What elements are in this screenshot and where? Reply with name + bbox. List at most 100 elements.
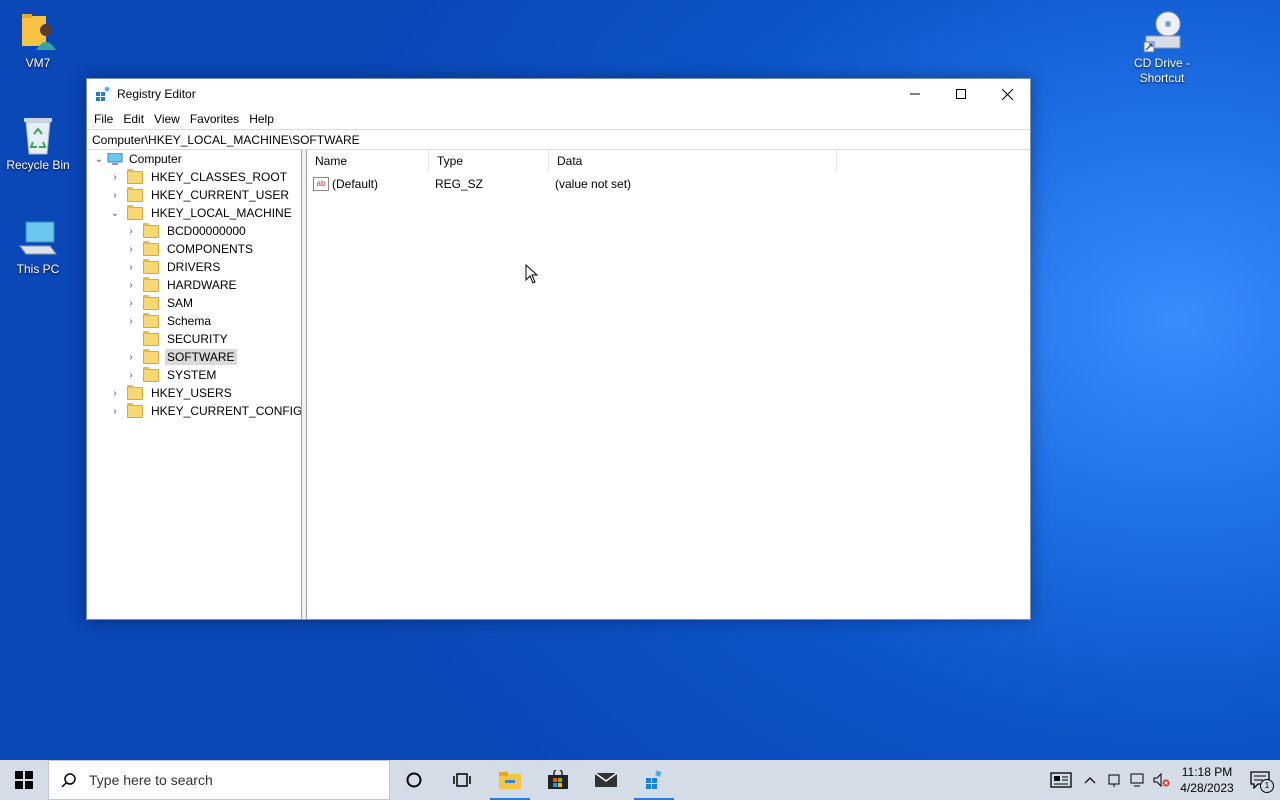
taskbar-search-box[interactable]: Type here to search [48, 760, 390, 800]
menu-edit[interactable]: Edit [118, 112, 149, 126]
menu-file[interactable]: File [89, 112, 118, 126]
tree-item-label: HARDWARE [167, 278, 237, 292]
search-icon [61, 773, 76, 788]
taskbar-registry-editor[interactable] [630, 760, 678, 800]
chevron-right-icon[interactable]: › [109, 405, 121, 417]
tree-item-label: SYSTEM [167, 368, 217, 382]
tree-item-label: HKEY_USERS [151, 386, 232, 400]
close-icon [1001, 88, 1013, 100]
tree-item-components[interactable]: › COMPONENTS [125, 240, 255, 258]
tree-item-label: SOFTWARE [165, 349, 237, 365]
folder-icon [143, 258, 159, 274]
key-tree[interactable]: ⌄ Computer › HKEY_CLASSES_ROOT › HKEY_CU… [87, 150, 302, 619]
tree-item-sam[interactable]: › SAM [125, 294, 195, 312]
desktop-icon-recycle-bin[interactable]: Recycle Bin [0, 112, 76, 173]
tree-item-drivers[interactable]: › DRIVERS [125, 258, 222, 276]
value-type: REG_SZ [435, 177, 484, 191]
tree-item-security[interactable]: SECURITY [125, 330, 230, 348]
cortana-button[interactable] [390, 760, 438, 800]
tray-device-button[interactable] [1102, 760, 1126, 800]
tree-item-label: DRIVERS [167, 260, 221, 274]
column-header-type[interactable]: Type [429, 150, 549, 172]
mouse-cursor-icon [525, 263, 539, 287]
task-view-button[interactable] [438, 760, 486, 800]
menu-help[interactable]: Help [244, 112, 279, 126]
minimize-button[interactable] [892, 79, 938, 109]
chevron-right-icon[interactable]: › [109, 189, 121, 201]
tree-item-hkcc[interactable]: › HKEY_CURRENT_CONFIG [109, 402, 302, 420]
desktop-icon-this-pc[interactable]: This PC [0, 216, 76, 277]
computer-icon [107, 152, 123, 165]
chevron-down-icon[interactable]: ⌄ [109, 207, 121, 219]
tree-item-label: HKEY_CLASSES_ROOT [151, 170, 288, 184]
user-folder-icon [16, 10, 60, 54]
news-widget-button[interactable] [1044, 760, 1078, 800]
tree-item-hkcu[interactable]: › HKEY_CURRENT_USER [109, 186, 291, 204]
chevron-right-icon[interactable]: › [125, 297, 137, 309]
desktop-icon-cd-drive[interactable]: CD Drive - Shortcut [1124, 10, 1200, 86]
tree-item-hklm[interactable]: ⌄ HKEY_LOCAL_MACHINE [109, 204, 294, 222]
column-header-data[interactable]: Data [549, 150, 837, 172]
mail-icon [594, 772, 618, 787]
chevron-right-icon[interactable]: › [125, 369, 137, 381]
chevron-right-icon[interactable]: › [125, 243, 137, 255]
news-icon [1050, 772, 1072, 788]
volume-button[interactable] [1150, 760, 1174, 800]
chevron-right-icon[interactable]: › [125, 225, 137, 237]
folder-icon [143, 276, 159, 292]
windows-logo-icon [15, 771, 33, 789]
network-icon [1130, 773, 1144, 787]
store-bag-icon [548, 770, 568, 789]
chevron-right-icon[interactable]: › [125, 315, 137, 327]
tree-item-hkcr[interactable]: › HKEY_CLASSES_ROOT [109, 168, 289, 186]
tree-item-label: HKEY_CURRENT_CONFIG [151, 404, 302, 418]
desktop-icon-vm7[interactable]: VM7 [0, 10, 76, 71]
column-header-name[interactable]: Name [307, 150, 429, 172]
taskbar-mail[interactable] [582, 760, 630, 800]
device-icon [1108, 774, 1120, 787]
tree-item-schema[interactable]: › Schema [125, 312, 213, 330]
search-placeholder: Type here to search [89, 772, 213, 788]
menu-favorites[interactable]: Favorites [185, 112, 244, 126]
file-explorer-icon [499, 772, 521, 789]
minimize-icon [910, 93, 920, 95]
values-list[interactable]: Name Type Data ab (Default) REG_SZ (valu… [307, 150, 1030, 619]
maximize-button[interactable] [938, 79, 984, 109]
tree-item-label: Computer [129, 152, 182, 166]
tree-item-bcd[interactable]: › BCD00000000 [125, 222, 248, 240]
chevron-right-icon[interactable]: › [125, 261, 137, 273]
chevron-right-icon[interactable]: › [125, 351, 137, 363]
clock[interactable]: 11:18 PM 4/28/2023 [1174, 764, 1240, 796]
chevron-right-icon[interactable]: › [125, 279, 137, 291]
tree-item-label: HKEY_CURRENT_USER [151, 188, 290, 202]
tree-item-computer[interactable]: ⌄ Computer [93, 150, 184, 168]
address-bar[interactable]: Computer\HKEY_LOCAL_MACHINE\SOFTWARE [87, 129, 1030, 150]
close-button[interactable] [984, 79, 1030, 109]
start-button[interactable] [0, 760, 48, 800]
chevron-right-icon[interactable]: › [109, 171, 121, 183]
tree-item-hardware[interactable]: › HARDWARE [125, 276, 239, 294]
network-button[interactable] [1126, 760, 1150, 800]
cd-drive-icon [1140, 10, 1184, 54]
string-value-icon: ab [313, 177, 329, 191]
registry-editor-icon [95, 86, 111, 102]
title-bar[interactable]: Registry Editor [87, 79, 1030, 109]
show-hidden-icons-button[interactable] [1078, 760, 1102, 800]
folder-icon [127, 168, 143, 184]
value-name: (Default) [332, 177, 379, 191]
chevron-right-icon[interactable]: › [109, 387, 121, 399]
taskbar-microsoft-store[interactable] [534, 760, 582, 800]
action-center-button[interactable]: 1 [1240, 760, 1280, 800]
taskbar-file-explorer[interactable] [486, 760, 534, 800]
registry-editor-window[interactable]: Registry Editor File Edit View Favorites… [86, 78, 1031, 620]
desktop-icon-label: Recycle Bin [6, 158, 70, 172]
chevron-down-icon[interactable]: ⌄ [93, 153, 105, 165]
menu-bar: File Edit View Favorites Help [87, 109, 1030, 129]
menu-view[interactable]: View [149, 112, 185, 126]
table-row[interactable]: ab (Default) REG_SZ (value not set) [307, 174, 837, 194]
tree-item-software[interactable]: › SOFTWARE [125, 348, 237, 366]
folder-icon [143, 330, 159, 346]
tree-item-system[interactable]: › SYSTEM [125, 366, 218, 384]
tree-item-hku[interactable]: › HKEY_USERS [109, 384, 234, 402]
system-tray: 11:18 PM 4/28/2023 1 [1044, 760, 1280, 800]
